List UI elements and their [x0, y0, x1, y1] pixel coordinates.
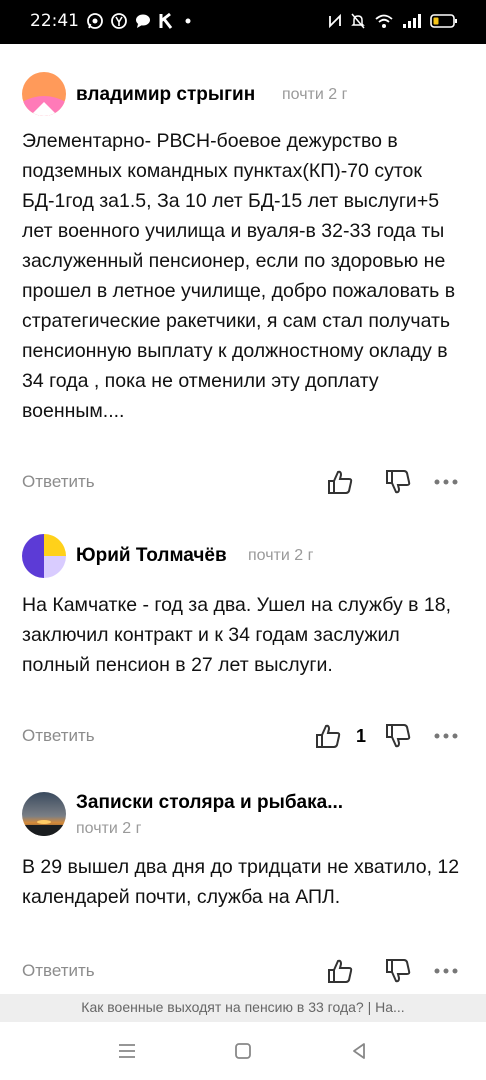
comment-author[interactable]: владимир стрыгин [76, 84, 255, 106]
more-icon[interactable] [432, 468, 460, 496]
menu-icon[interactable] [116, 1040, 138, 1062]
status-time: 22:41 [30, 11, 79, 31]
comment-time: почти 2 г [248, 547, 314, 564]
comment-author[interactable]: Юрий Толмачёв [76, 545, 227, 567]
page-title: Как военные выходят на пенсию в 33 года?… [81, 999, 405, 1015]
user-avatar-icon [22, 534, 66, 578]
home-icon[interactable] [232, 1040, 254, 1062]
whatsapp-icon [87, 13, 103, 29]
more-icon[interactable] [432, 722, 460, 750]
avatar[interactable] [22, 792, 66, 836]
battery-icon [430, 14, 457, 28]
more-icon[interactable] [432, 957, 460, 985]
comment-text: В 29 вышел два дня до тридцати не хватил… [22, 856, 460, 908]
yandex-icon [111, 13, 127, 29]
user-avatar-icon [22, 72, 66, 116]
thumbs-up-icon[interactable] [314, 722, 342, 750]
comment-time: почти 2 г [76, 820, 142, 837]
nfc-icon [329, 13, 341, 29]
comment-text: Элементарно- РВСН-боевое дежурство в под… [22, 130, 456, 422]
thumbs-up-icon[interactable] [326, 468, 354, 496]
signal-icon [403, 14, 421, 28]
page-title-bar[interactable]: Как военные выходят на пенсию в 33 года?… [0, 994, 486, 1022]
thumbs-down-icon[interactable] [384, 468, 412, 496]
sunset-avatar-icon [22, 792, 66, 836]
reply-button[interactable]: Ответить [22, 726, 95, 746]
message-icon [136, 14, 150, 28]
back-icon[interactable] [348, 1040, 370, 1062]
system-nav-bar [0, 1022, 486, 1080]
status-bar: 22:41 [0, 0, 486, 44]
comment-time: почти 2 г [282, 86, 348, 103]
thumbs-down-icon[interactable] [384, 957, 412, 985]
thumbs-up-icon[interactable] [326, 957, 354, 985]
wifi-icon [375, 14, 393, 28]
comment-author[interactable]: Записки столяра и рыбака... [76, 792, 343, 814]
avatar[interactable] [22, 72, 66, 116]
reply-button[interactable]: Ответить [22, 961, 95, 981]
reply-button[interactable]: Ответить [22, 472, 95, 492]
system-icons [328, 12, 458, 30]
mute-icon [351, 13, 365, 29]
notification-icons [86, 12, 196, 30]
k-icon [159, 12, 173, 29]
comment-text: На Камчатке - год за два. Ушел на службу… [22, 594, 452, 676]
avatar[interactable] [22, 534, 66, 578]
dot-icon [185, 18, 191, 24]
thumbs-down-icon[interactable] [384, 722, 412, 750]
like-count: 1 [356, 726, 367, 746]
